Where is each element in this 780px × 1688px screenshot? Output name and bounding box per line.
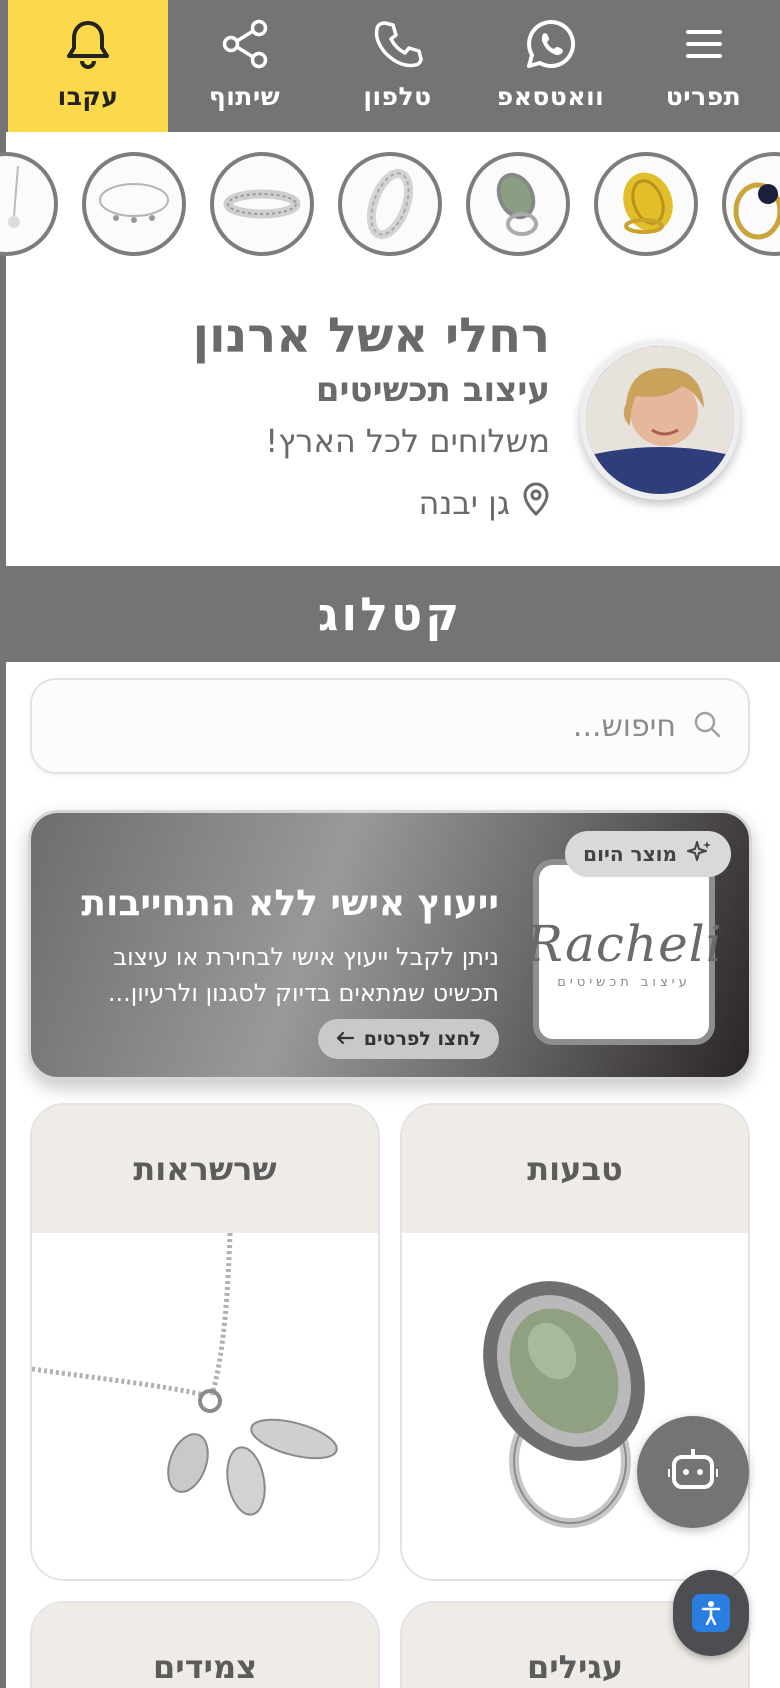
profile-location: גן יבנה: [419, 482, 550, 524]
product-of-day-badge: מוצר היום: [565, 831, 731, 877]
category-title: צמידים: [32, 1603, 378, 1688]
robot-icon: [666, 1447, 720, 1497]
accessibility-button[interactable]: [673, 1570, 749, 1656]
thumb-green-stone-ring[interactable]: [466, 152, 570, 256]
nav-follow-button[interactable]: עקבו: [8, 0, 168, 132]
chatbot-button[interactable]: [637, 1416, 749, 1528]
nav-menu-label: תפריט: [665, 82, 742, 111]
featured-product-card[interactable]: Racheli עיצוב תכשיטים מוצר היום ייעוץ אי…: [28, 810, 752, 1080]
profile-avatar: [580, 340, 740, 500]
search-input[interactable]: [76, 708, 676, 744]
nav-whatsapp-label: וואטסאפ: [496, 82, 605, 111]
featured-title: ייעוץ אישי ללא התחייבות: [81, 883, 499, 924]
category-card-necklaces[interactable]: שרשראות: [30, 1103, 380, 1581]
thumb-necklace-partial[interactable]: [0, 152, 58, 256]
thumb-diamond-band[interactable]: [338, 152, 442, 256]
whatsapp-icon: [523, 16, 579, 72]
nav-share-button[interactable]: שיתוף: [168, 0, 321, 132]
nav-phone-button[interactable]: טלפון: [321, 0, 474, 132]
catalog-header: קטלוג: [0, 566, 780, 662]
sparkle-icon: [687, 839, 713, 870]
catalog-search-box: [30, 678, 750, 774]
catalog-title: קטלוג: [317, 587, 463, 641]
accessibility-icon: [692, 1594, 730, 1632]
location-text: גן יבנה: [418, 484, 510, 522]
thumb-ring-partial[interactable]: [722, 152, 780, 256]
nav-share-label: שיתוף: [208, 82, 281, 111]
search-icon: [692, 709, 722, 743]
featured-product-image: Racheli עיצוב תכשיטים: [525, 859, 722, 1045]
profile-subtitle: עיצוב תכשיטים: [315, 370, 550, 410]
category-card-bracelets[interactable]: צמידים: [30, 1601, 380, 1688]
phone-icon: [370, 16, 426, 72]
racheli-logo-subtitle: עיצוב תכשיטים: [557, 974, 691, 990]
category-image-necklace: [32, 1232, 378, 1579]
thumb-gold-ring[interactable]: [594, 152, 698, 256]
featured-details-button[interactable]: לחצו לפרטים: [317, 1019, 499, 1059]
bell-icon: [60, 16, 116, 72]
nav-whatsapp-button[interactable]: וואטסאפ: [474, 0, 627, 132]
location-pin-icon: [522, 482, 550, 524]
profile-section: רחלי אשל ארנון עיצוב תכשיטים משלוחים לכל…: [0, 300, 780, 550]
category-title: טבעות: [402, 1105, 748, 1233]
badge-label: מוצר היום: [583, 842, 677, 866]
top-nav: תפריט וואטסאפ טלפון שיתוף עקבו: [0, 0, 780, 132]
thumb-tennis-bracelet[interactable]: [210, 152, 314, 256]
jewelry-thumbnails-carousel[interactable]: [0, 150, 780, 260]
category-title: שרשראות: [32, 1105, 378, 1233]
featured-description: ניתן לקבל ייעוץ אישי לבחירת או עיצוב תכש…: [107, 943, 499, 1007]
details-button-label: לחצו לפרטים: [363, 1028, 481, 1050]
share-icon: [217, 16, 273, 72]
profile-shipping-note: משלוחים לכל הארץ!: [265, 422, 550, 460]
hamburger-menu-icon: [676, 16, 732, 72]
racheli-logo: Racheli: [525, 914, 723, 973]
nav-menu-button[interactable]: תפריט: [627, 0, 780, 132]
arrow-left-icon: [336, 1028, 354, 1050]
nav-follow-label: עקבו: [57, 82, 119, 111]
profile-name: רחלי אשל ארנון: [192, 308, 550, 364]
thumb-charm-bracelet[interactable]: [82, 152, 186, 256]
nav-phone-label: טלפון: [363, 82, 432, 111]
